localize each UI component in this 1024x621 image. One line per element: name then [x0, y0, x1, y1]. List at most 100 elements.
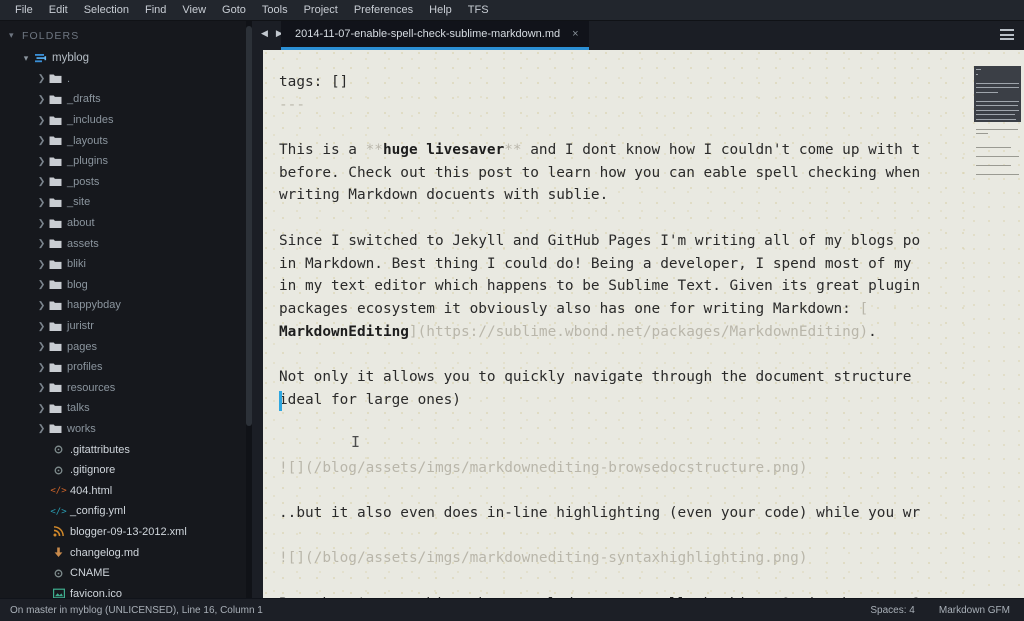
chevron-right-icon[interactable]: ❯ — [36, 176, 47, 187]
chevron-right-icon[interactable]: ❯ — [36, 197, 47, 208]
sidebar-folder-posts[interactable]: ❯ _posts — [0, 172, 252, 193]
sidebar-file-favicon-ico[interactable]: favicon.ico — [0, 583, 252, 598]
status-git-position: On master in myblog (UNLICENSED), Line 1… — [10, 604, 263, 616]
chevron-right-icon[interactable]: ❯ — [36, 423, 47, 434]
sidebar-folder-juristr[interactable]: ❯ juristr — [0, 316, 252, 337]
chevron-down-icon[interactable]: ▾ — [20, 53, 32, 64]
minimap-line — [976, 146, 1012, 148]
sidebar-folder-happybday[interactable]: ❯ happybday — [0, 295, 252, 316]
sidebar-file-changelog-md[interactable]: changelog.md — [0, 542, 252, 563]
sidebar-folder-label: assets — [67, 237, 99, 250]
chevron-right-icon[interactable]: ❯ — [36, 403, 47, 414]
sidebar-folder-dot[interactable]: ❯. — [0, 69, 252, 90]
code-span: . — [868, 323, 877, 340]
chevron-right-icon[interactable]: ❯ — [36, 300, 47, 311]
minimap-line — [976, 73, 978, 75]
menu-item-edit[interactable]: Edit — [41, 0, 76, 21]
sidebar-file-404-html[interactable]: </> 404.html — [0, 480, 252, 501]
editor-minimap[interactable] — [971, 50, 1024, 598]
tab-nav-arrows: ◀ ▶ — [261, 28, 283, 38]
chevron-right-icon[interactable]: ❯ — [36, 321, 47, 332]
rss-icon — [50, 526, 67, 537]
menu-item-tools[interactable]: Tools — [254, 0, 296, 21]
sidebar-file-label: 404.html — [70, 484, 113, 497]
menu-item-tfs[interactable]: TFS — [460, 0, 497, 21]
code-span: before. Check out this post to learn how… — [279, 164, 921, 181]
sidebar-file-blogger-09-13-2012-xml[interactable]: blogger-09-13-2012.xml — [0, 522, 252, 543]
status-bar: On master in myblog (UNLICENSED), Line 1… — [0, 598, 1024, 621]
chevron-right-icon[interactable]: ❯ — [36, 279, 47, 290]
menu-item-goto[interactable]: Goto — [214, 0, 254, 21]
sidebar-file--gitignore[interactable]: .gitignore — [0, 460, 252, 481]
code-span: in my text editor which happens to be Su… — [279, 278, 921, 295]
minimap-line — [976, 100, 1019, 102]
menu-item-find[interactable]: Find — [137, 0, 174, 21]
code-line: before. Check out this post to learn how… — [279, 162, 920, 185]
folder-icon — [47, 176, 64, 187]
sidebar-folder-bliki[interactable]: ❯ bliki — [0, 254, 252, 275]
sidebar-folder-label: _posts — [67, 175, 100, 188]
sidebar-folder-blog[interactable]: ❯ blog — [0, 275, 252, 296]
folder-icon — [47, 279, 64, 290]
minimap-line — [976, 173, 1019, 175]
code-span: [ — [859, 300, 869, 317]
chevron-right-icon[interactable]: ❯ — [36, 218, 47, 229]
sidebar-folder-talks[interactable]: ❯ talks — [0, 398, 252, 419]
folder-icon — [47, 238, 64, 249]
sidebar-folder-resources[interactable]: ❯ resources — [0, 378, 252, 399]
sidebar-folder-site[interactable]: ❯ _site — [0, 192, 252, 213]
code-line: ..but it also even does in-line highligh… — [279, 502, 920, 525]
folders-caret-icon: ▾ — [9, 30, 15, 40]
folder-icon — [47, 94, 64, 105]
chevron-right-icon[interactable]: ❯ — [36, 238, 47, 249]
menu-item-project[interactable]: Project — [296, 0, 346, 21]
sidebar-folder-assets[interactable]: ❯ assets — [0, 233, 252, 254]
chevron-right-icon[interactable]: ❯ — [36, 94, 47, 105]
sidebar-file--config-yml[interactable]: </> _config.yml — [0, 501, 252, 522]
menu-item-selection[interactable]: Selection — [76, 0, 137, 21]
sidebar-folder-plugins[interactable]: ❯ _plugins — [0, 151, 252, 172]
sidebar-folder-label: profiles — [67, 361, 103, 374]
menu-item-view[interactable]: View — [174, 0, 214, 21]
chevron-right-icon[interactable]: ❯ — [36, 362, 47, 373]
close-icon[interactable]: × — [572, 28, 578, 40]
sidebar-folder-label: blog — [67, 278, 88, 291]
menu-item-help[interactable]: Help — [421, 0, 460, 21]
minimap-viewport[interactable] — [974, 66, 1021, 122]
sidebar-folder-label: _layouts — [67, 134, 108, 147]
menu-item-preferences[interactable]: Preferences — [346, 0, 421, 21]
chevron-right-icon[interactable]: ❯ — [36, 382, 47, 393]
chevron-right-icon[interactable]: ❯ — [36, 156, 47, 167]
chevron-right-icon[interactable]: ❯ — [36, 115, 47, 126]
editor-tab-active[interactable]: 2014-11-07-enable-spell-check-sublime-ma… — [281, 21, 589, 50]
sidebar-file-cname[interactable]: CNAME — [0, 563, 252, 584]
status-syntax-mode[interactable]: Markdown GFM — [939, 605, 1010, 616]
menu-hamburger-icon[interactable] — [1000, 29, 1014, 40]
code-editor-area[interactable]: tags: [] --- This is a **huge livesaver**… — [263, 50, 971, 598]
code-span: ..but it also even does in-line highligh… — [279, 505, 921, 522]
sidebar-file-label: CNAME — [70, 567, 110, 580]
sidebar-folder-profiles[interactable]: ❯ profiles — [0, 357, 252, 378]
sidebar-folder-layouts[interactable]: ❯ _layouts — [0, 130, 252, 151]
folder-icon — [47, 156, 64, 167]
sidebar-folder-includes[interactable]: ❯ _includes — [0, 110, 252, 131]
chevron-right-icon[interactable]: ❯ — [36, 341, 47, 352]
sidebar-folder-about[interactable]: ❯ about — [0, 213, 252, 234]
sidebar-file-tree[interactable]: ▾ FOLDERS ▾ myblog ❯. ❯ _drafts ❯ _includes ❯ _l… — [0, 21, 252, 598]
chevron-right-icon[interactable]: ❯ — [36, 135, 47, 146]
sidebar-folder-drafts[interactable]: ❯ _drafts — [0, 89, 252, 110]
tab-back-arrow-icon[interactable]: ◀ — [261, 28, 268, 38]
tab-bar: ◀ ▶ 2014-11-07-enable-spell-check-sublim… — [252, 21, 1024, 50]
chevron-right-icon[interactable]: ❯ — [36, 259, 47, 270]
status-indentation[interactable]: Spaces: 4 — [870, 605, 914, 616]
sidebar-project-root-myblog[interactable]: ▾ myblog — [0, 48, 252, 69]
sidebar-file--gitattributes[interactable]: .gitattributes — [0, 439, 252, 460]
folder-icon — [47, 197, 64, 208]
chevron-right-icon[interactable]: ❯ — [36, 73, 47, 84]
sidebar-file-label: _config.yml — [70, 505, 126, 518]
code-span: ** — [504, 142, 522, 159]
sidebar-folder-works[interactable]: ❯ works — [0, 419, 252, 440]
menu-item-file[interactable]: File — [7, 0, 41, 21]
sidebar-folder-pages[interactable]: ❯ pages — [0, 336, 252, 357]
